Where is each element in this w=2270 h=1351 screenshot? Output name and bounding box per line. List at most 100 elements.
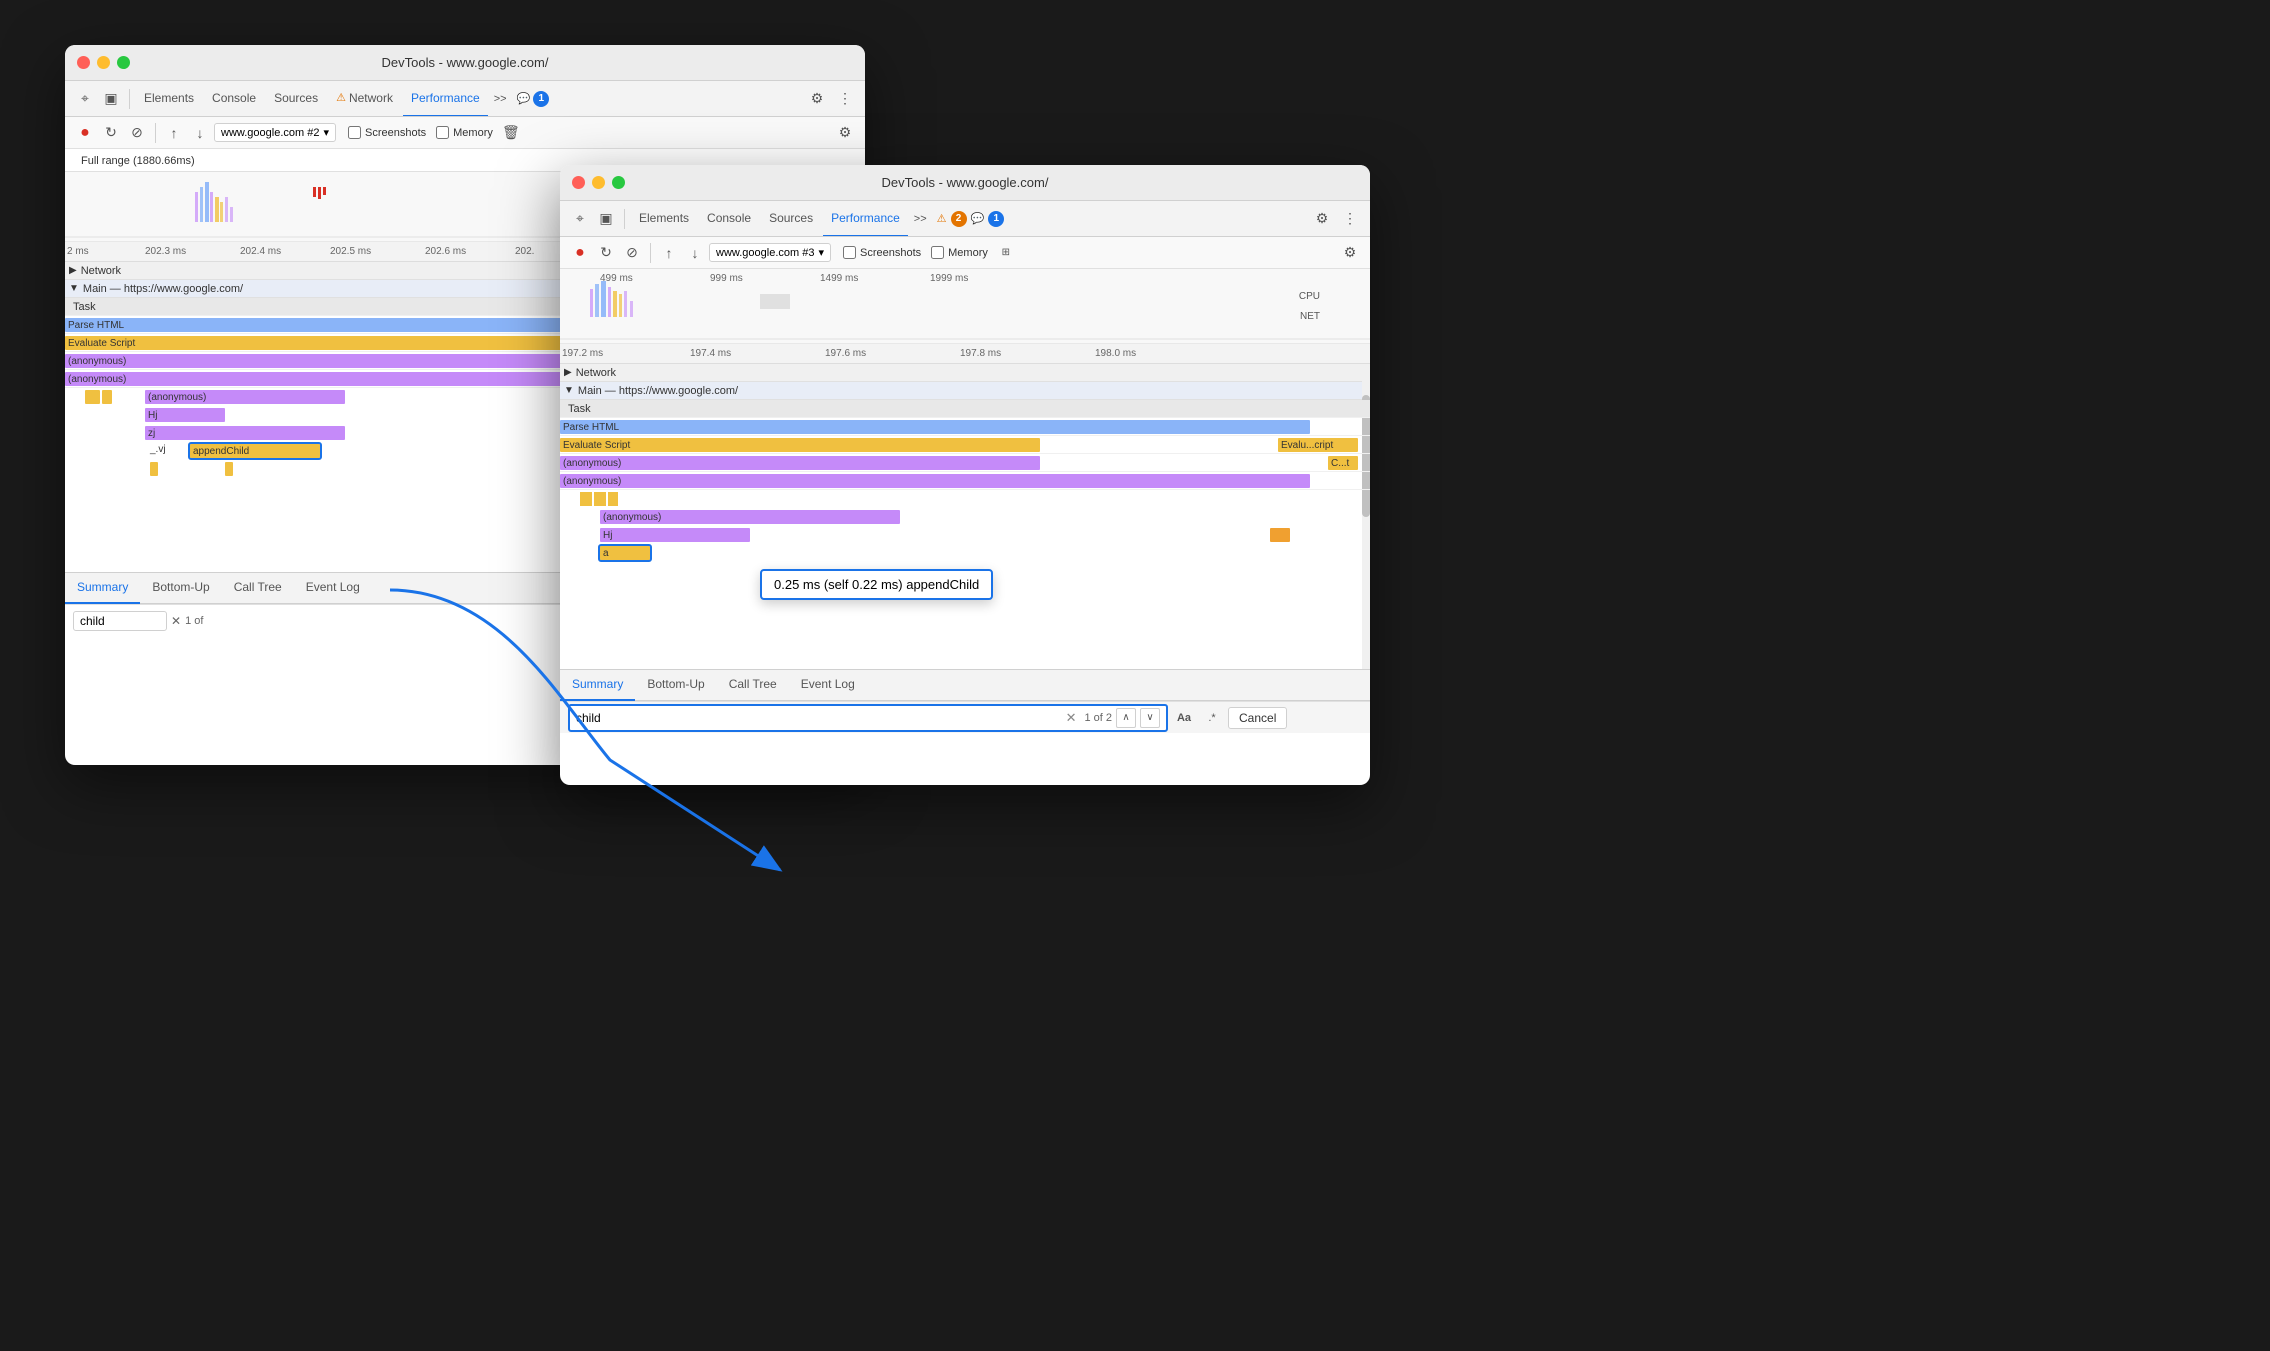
close-search-icon-2[interactable]: ✕ <box>1066 710 1077 726</box>
reload-btn-1[interactable]: ↻ <box>99 121 123 145</box>
upload-btn-1[interactable]: ↑ <box>162 121 186 145</box>
tab-bottomup-1[interactable]: Bottom-Up <box>140 572 221 604</box>
search-bar-2: ✕ 1 of 2 ∧ ∨ Aa .* Cancel <box>560 701 1370 733</box>
tab-console-1[interactable]: Console <box>204 81 264 117</box>
a-bar-2[interactable]: a <box>600 546 650 560</box>
search-input-2[interactable] <box>576 711 636 725</box>
minimize-button-1[interactable] <box>97 56 110 69</box>
network-arrow-1: ▶ <box>69 265 77 276</box>
anon-chip-2[interactable] <box>102 390 112 404</box>
close-button-1[interactable] <box>77 56 90 69</box>
tab-sources-1[interactable]: Sources <box>266 81 326 117</box>
mini-chart-2: 499 ms 999 ms 1499 ms 1999 ms CPU NET <box>560 269 1370 344</box>
tab-calltree-1[interactable]: Call Tree <box>222 572 294 604</box>
search-count-1: 1 of <box>185 615 203 627</box>
tab-summary-1[interactable]: Summary <box>65 572 140 604</box>
tab-elements-1[interactable]: Elements <box>136 81 202 117</box>
device-icon-1[interactable]: ▣ <box>99 87 123 111</box>
tab-elements-2[interactable]: Elements <box>631 201 697 237</box>
memory-checkbox-1[interactable] <box>436 126 449 139</box>
screenshots-grid-btn-2[interactable]: ⊞ <box>994 241 1018 265</box>
evaluate-script-bar-2[interactable]: Evaluate Script <box>560 438 1040 452</box>
evaluate-script-row-2: Evaluate Script Evalu...cript <box>560 436 1370 454</box>
screenshots-checkbox-2[interactable] <box>843 246 856 259</box>
download-btn-1[interactable]: ↓ <box>188 121 212 145</box>
full-range-label-1: Full range (1880.66ms) <box>73 153 203 169</box>
divider-1 <box>129 89 130 109</box>
tab-performance-2[interactable]: Performance <box>823 201 908 237</box>
tab-more-1[interactable]: >> <box>490 93 511 105</box>
tab-bar-1: ⌖ ▣ Elements Console Sources ⚠Network Pe… <box>65 81 865 117</box>
search-down-btn-2[interactable]: ∨ <box>1140 708 1160 728</box>
aa-btn-2[interactable]: Aa <box>1172 706 1196 730</box>
divider-3 <box>624 209 625 229</box>
network-section-2[interactable]: ▶ Network <box>560 364 1370 382</box>
network-warning-icon: ⚠ <box>336 91 346 104</box>
zj-bar-1[interactable]: zj <box>145 426 345 440</box>
settings-btn-2[interactable]: ⚙ <box>1310 207 1334 231</box>
cursor-icon-1[interactable]: ⌖ <box>73 87 97 111</box>
tab-sources-2[interactable]: Sources <box>761 201 821 237</box>
marker-1 <box>150 462 158 476</box>
evaluate-script-bar-2b[interactable]: Evalu...cript <box>1278 438 1358 452</box>
anon-bar-2-1[interactable]: (anonymous) <box>560 456 1040 470</box>
toolbar-right-2: ⚙ ⋮ <box>1310 207 1362 231</box>
appendchild-bar-1[interactable]: appendChild <box>190 444 320 458</box>
maximize-button-2[interactable] <box>612 176 625 189</box>
tab-calltree-2[interactable]: Call Tree <box>717 669 789 701</box>
search-input-1[interactable] <box>80 614 160 628</box>
hj-bar-1[interactable]: Hj <box>145 408 225 422</box>
tab-network-1[interactable]: ⚠Network <box>328 81 401 117</box>
url-selector-text-1: www.google.com #2 <box>221 127 319 139</box>
tab-more-2[interactable]: >> <box>910 213 931 225</box>
more-btn-2[interactable]: ⋮ <box>1338 207 1362 231</box>
record-btn-2[interactable]: ● <box>568 241 592 265</box>
cursor-icon-2[interactable]: ⌖ <box>568 207 592 231</box>
tooltip-2: 0.25 ms (self 0.22 ms) appendChild <box>760 569 993 600</box>
reload-btn-2[interactable]: ↻ <box>594 241 618 265</box>
time-mark-2: 202.4 ms <box>240 246 281 257</box>
clear-btn-2[interactable]: ⊘ <box>620 241 644 265</box>
memory-checkbox-2[interactable] <box>931 246 944 259</box>
maximize-button-1[interactable] <box>117 56 130 69</box>
search-up-btn-2[interactable]: ∧ <box>1116 708 1136 728</box>
trash-btn-1[interactable]: 🗑 <box>499 121 523 145</box>
hj-bar-2[interactable]: Hj <box>600 528 750 542</box>
device-icon-2[interactable]: ▣ <box>594 207 618 231</box>
close-search-icon-1[interactable]: ✕ <box>171 614 181 628</box>
tab-performance-1[interactable]: Performance <box>403 81 488 117</box>
minimize-button-2[interactable] <box>592 176 605 189</box>
settings-btn-1[interactable]: ⚙ <box>805 87 829 111</box>
main-section-2[interactable]: ▼ Main — https://www.google.com/ <box>560 382 1370 400</box>
tab-summary-2[interactable]: Summary <box>560 669 635 701</box>
record-btn-1[interactable]: ● <box>73 121 97 145</box>
network-label-2: Network <box>576 367 616 379</box>
tab-eventlog-1[interactable]: Event Log <box>294 572 372 604</box>
tab-console-2[interactable]: Console <box>699 201 759 237</box>
clear-btn-1[interactable]: ⊘ <box>125 121 149 145</box>
main-arrow-2: ▼ <box>564 385 574 396</box>
tab-eventlog-2[interactable]: Event Log <box>789 669 867 701</box>
search-input-wrap-2: ✕ 1 of 2 ∧ ∨ <box>568 704 1168 732</box>
anon-indent-bar-2[interactable]: (anonymous) <box>600 510 900 524</box>
close-button-2[interactable] <box>572 176 585 189</box>
action-toolbar-2: ● ↻ ⊘ ↑ ↓ www.google.com #3 ▾ Screenshot… <box>560 237 1370 269</box>
url-selector-2[interactable]: www.google.com #3 ▾ <box>709 243 831 262</box>
settings-action-btn-1[interactable]: ⚙ <box>833 121 857 145</box>
cancel-btn-2[interactable]: Cancel <box>1228 707 1287 729</box>
more-btn-1[interactable]: ⋮ <box>833 87 857 111</box>
parse-html-bar-2[interactable]: Parse HTML <box>560 420 1310 434</box>
upload-btn-2[interactable]: ↑ <box>657 241 681 265</box>
memory-label-2: Memory <box>948 247 988 259</box>
tab-bottomup-2[interactable]: Bottom-Up <box>635 669 716 701</box>
anon-bar-2-1b[interactable]: C...t <box>1328 456 1358 470</box>
anon-bar-2-2[interactable]: (anonymous) <box>560 474 1310 488</box>
screenshots-checkbox-1[interactable] <box>348 126 361 139</box>
settings-action-btn-2[interactable]: ⚙ <box>1338 241 1362 265</box>
download-btn-2[interactable]: ↓ <box>683 241 707 265</box>
main-label-1: Main — https://www.google.com/ <box>83 283 243 295</box>
dot-btn-2[interactable]: .* <box>1200 706 1224 730</box>
url-selector-1[interactable]: www.google.com #2 ▾ <box>214 123 336 142</box>
anon-chip-1[interactable] <box>85 390 100 404</box>
anon-bar-3[interactable]: (anonymous) <box>145 390 345 404</box>
